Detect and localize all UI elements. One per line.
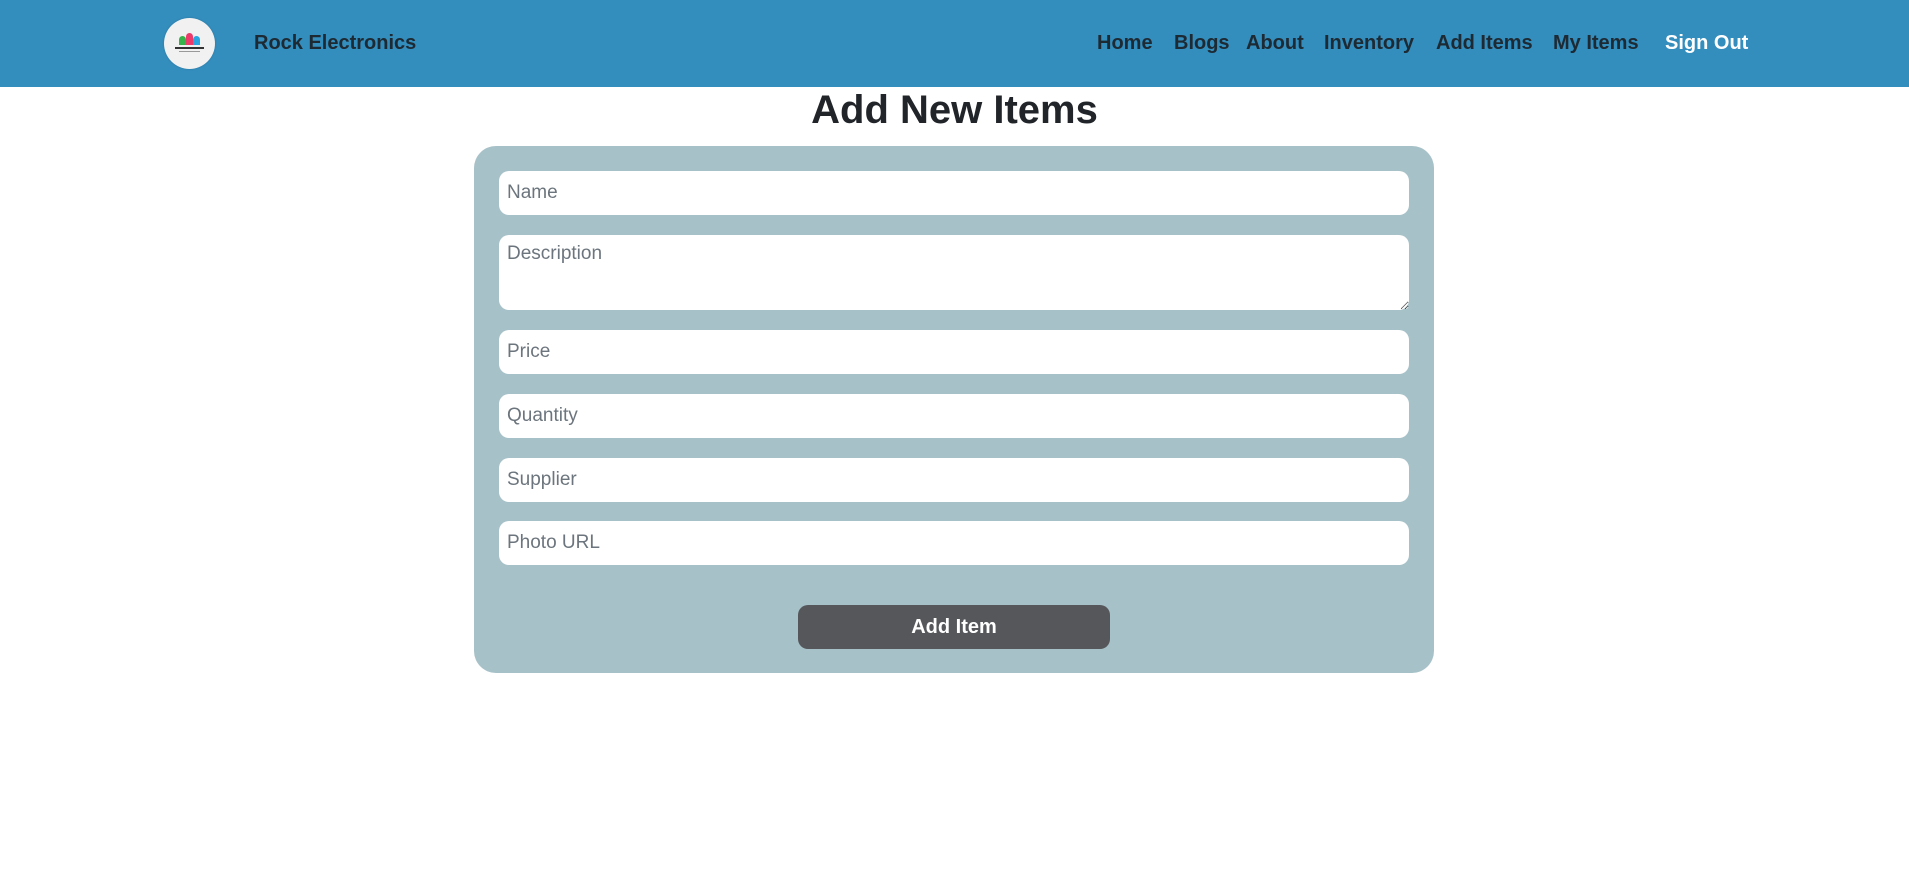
top-navbar: Rock Electronics Home Blogs About Invent…	[0, 0, 1909, 87]
supplier-input[interactable]	[499, 458, 1409, 502]
sign-out-link[interactable]: Sign Out	[1665, 32, 1748, 55]
add-item-button[interactable]: Add Item	[798, 605, 1110, 649]
price-input[interactable]	[499, 330, 1409, 374]
brand-name[interactable]: Rock Electronics	[254, 32, 416, 55]
photo-url-input[interactable]	[499, 521, 1409, 565]
name-input[interactable]	[499, 171, 1409, 215]
page-title: Add New Items	[811, 88, 1098, 132]
logo-subtext-graphic	[179, 51, 200, 52]
store-logo-icon[interactable]	[164, 18, 215, 69]
nav-home[interactable]: Home	[1097, 32, 1153, 55]
nav-inventory[interactable]: Inventory	[1324, 32, 1414, 55]
nav-add-items[interactable]: Add Items	[1436, 32, 1533, 55]
nav-about[interactable]: About	[1246, 32, 1304, 55]
logo-wordmark-graphic	[175, 47, 204, 49]
quantity-input[interactable]	[499, 394, 1409, 438]
nav-blogs[interactable]: Blogs	[1174, 32, 1230, 55]
add-item-form: Add Item	[474, 146, 1434, 673]
nav-my-items[interactable]: My Items	[1553, 32, 1639, 55]
logo-arch-graphic	[179, 33, 200, 45]
description-textarea[interactable]	[499, 235, 1409, 310]
